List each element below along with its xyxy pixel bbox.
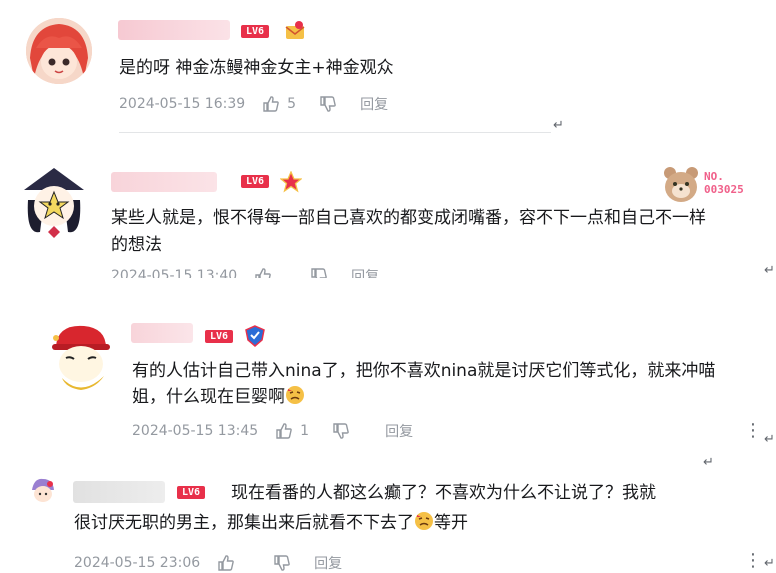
level-badge: LV6 (241, 175, 269, 188)
small-anime-avatar-icon (28, 476, 58, 506)
return-arrow-icon: ↵ (553, 118, 564, 133)
thumb-up-icon (255, 268, 271, 278)
reply-button[interactable]: 回复 (314, 553, 342, 573)
reply-button[interactable]: 回复 (351, 266, 379, 278)
thumb-up-icon (263, 96, 279, 112)
anime-redhead-avatar-icon (26, 18, 92, 84)
decoration-number-value: 003025 (704, 183, 744, 196)
thumb-down-icon (320, 96, 336, 112)
comment-meta: 2024-05-15 23:06 回复 (74, 553, 342, 573)
level-badge: LV6 (177, 486, 205, 499)
comment-divider (119, 132, 551, 133)
dislike-button[interactable] (272, 553, 292, 573)
like-button[interactable] (253, 266, 273, 278)
like-button[interactable]: 1 (274, 421, 309, 441)
thumb-down-icon (333, 423, 349, 439)
level-badge: LV6 (205, 330, 233, 343)
shield-medal-icon (244, 325, 266, 347)
red-cap-cat-avatar-icon (44, 318, 118, 392)
comment-text: 是的呀 神金冻鳗神金女主+神金观众 (119, 58, 394, 78)
like-count: 1 (300, 423, 310, 439)
dislike-button[interactable] (318, 94, 338, 114)
like-count: 5 (287, 96, 297, 112)
like-button[interactable]: 5 (261, 94, 296, 114)
timestamp: 2024-05-15 13:40 (111, 268, 238, 284)
comment-meta: 2024-05-15 16:39 5 回复 (119, 94, 388, 114)
return-arrow-icon: ↵ (764, 432, 775, 447)
user-avatar[interactable] (44, 318, 118, 392)
decoration-number-label: NO. (704, 170, 724, 183)
thumb-down-icon (274, 555, 290, 571)
username-blurred[interactable] (118, 20, 230, 40)
comment-text-tail: 等开 (434, 513, 468, 533)
comment-text-line-2-text: 很讨厌无职的男主，那集出来后就看不下去了 (74, 513, 414, 533)
comment-text-line-1: 现在看番的人都这么癫了？不喜欢为什么不让说了？我就 (231, 483, 656, 503)
comment-meta: 2024-05-15 13:45 1 回复 (132, 421, 413, 441)
star-medal-icon (279, 170, 303, 193)
comment-text-line-2: 很讨厌无职的男主，那集出来后就看不下去了 等开 (74, 510, 468, 537)
comment-text-line-1: 有的人估计自己带入nina了，把你不喜欢nina就是讨厌它们等式化，就来冲喵 (132, 361, 716, 381)
comment-text-line-2-text: 姐，什么现在巨婴啊 (132, 387, 285, 407)
thumb-up-icon (276, 423, 292, 439)
more-options-icon[interactable]: ⋮ (744, 422, 762, 440)
thumb-down-icon (311, 268, 327, 278)
reply-button[interactable]: 回复 (385, 421, 413, 441)
anime-hat-girl-avatar-icon (14, 160, 94, 240)
annoyed-face-emoji-icon (286, 386, 304, 404)
thumb-up-icon (218, 555, 234, 571)
fan-card-decoration: NO. 003025 (660, 163, 764, 205)
more-options-icon[interactable]: ⋮ (744, 552, 762, 570)
comment-text-line-2: 姐，什么现在巨婴啊 (132, 384, 305, 411)
username-blurred[interactable] (131, 323, 193, 343)
annoyed-face-emoji-icon (415, 512, 433, 530)
timestamp: 2024-05-15 16:39 (119, 96, 246, 112)
username-blurred[interactable] (111, 172, 217, 192)
user-avatar[interactable] (28, 476, 58, 506)
comment-text-line-1: 某些人就是，恨不得每一部自己喜欢的都变成闭嘴番，容不下一点和自己不一样 (111, 208, 706, 228)
like-button[interactable] (216, 553, 236, 573)
timestamp: 2024-05-15 13:45 (132, 423, 259, 439)
envelope-medal-icon (284, 20, 306, 42)
comment-meta: 2024-05-15 13:40 回复 (111, 266, 379, 284)
timestamp: 2024-05-15 23:06 (74, 555, 201, 571)
return-arrow-icon: ↵ (703, 455, 714, 470)
bear-mascot-icon (664, 167, 698, 202)
user-avatar[interactable] (14, 160, 94, 240)
comment-text-line-2: 的想法 (111, 235, 162, 255)
reply-button[interactable]: 回复 (360, 94, 388, 114)
user-avatar[interactable] (26, 18, 92, 84)
level-badge: LV6 (241, 25, 269, 38)
username-blurred[interactable] (73, 481, 165, 503)
return-arrow-icon: ↵ (764, 263, 775, 278)
return-arrow-icon: ↵ (764, 556, 775, 571)
dislike-button[interactable] (309, 266, 329, 278)
dislike-button[interactable] (331, 421, 351, 441)
